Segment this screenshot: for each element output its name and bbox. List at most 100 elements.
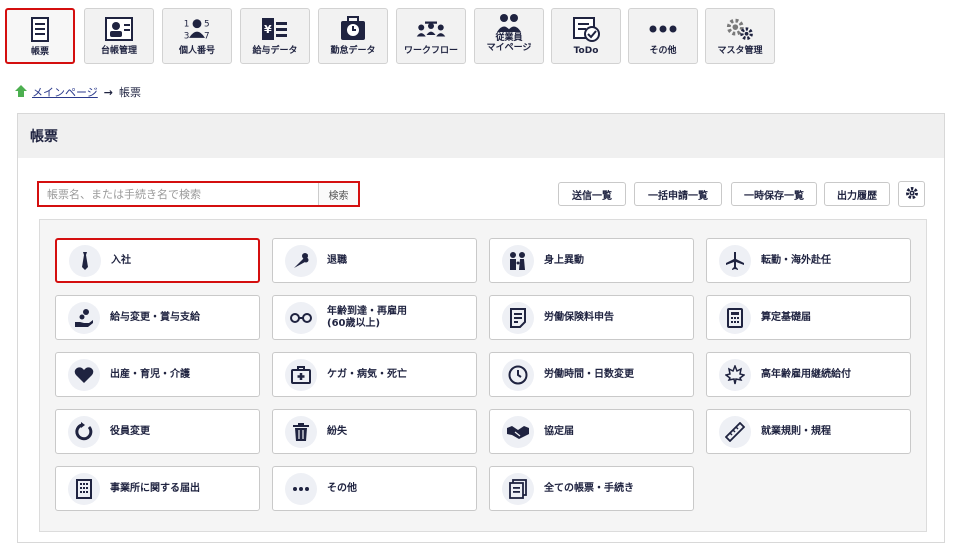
card-work-rules[interactable]: 就業規則・規程 — [706, 409, 911, 454]
toolbar-label: ワークフロー — [403, 46, 458, 56]
heart-icon — [68, 358, 100, 391]
breadcrumb: メインページ → 帳票 — [14, 84, 141, 100]
forms-grid: 入社 退職 身上異動 転勤・海外赴任 給与変更・賞与支給 年齢到達・再雇用 (6… — [39, 219, 927, 532]
personal-number-icon: 1537 — [182, 14, 212, 44]
card-all-forms[interactable]: 全ての帳票・手続き — [489, 466, 694, 511]
card-label: 転勤・海外赴任 — [761, 254, 831, 266]
sent-list-button[interactable]: 送信一覧 — [558, 182, 626, 206]
svg-text:7: 7 — [204, 32, 210, 42]
first-aid-icon — [285, 358, 317, 391]
toolbar-label: 個人番号 — [178, 46, 215, 56]
building-icon — [68, 472, 100, 505]
card-transfer[interactable]: 転勤・海外赴任 — [706, 238, 911, 283]
toolbar-label: その他 — [649, 46, 677, 56]
card-label: 労働保険料申告 — [544, 311, 614, 323]
employee-page-icon — [494, 12, 524, 34]
toolbar-salary[interactable]: ¥ 給与データ — [240, 8, 310, 64]
card-label: 紛失 — [327, 425, 347, 437]
svg-text:3: 3 — [184, 32, 190, 42]
card-officer-change[interactable]: 役員変更 — [55, 409, 260, 454]
card-label: 協定届 — [544, 425, 574, 437]
toolbar-label: 台帳管理 — [100, 46, 137, 56]
card-salary-change[interactable]: 給与変更・賞与支給 — [55, 295, 260, 340]
card-label: 出産・育児・介護 — [110, 368, 190, 380]
card-label: 年齢到達・再雇用 (60歳以上) — [327, 305, 407, 329]
handshake-icon — [502, 415, 534, 448]
card-childcare[interactable]: 出産・育児・介護 — [55, 352, 260, 397]
arrow-right-icon: → — [103, 85, 113, 99]
toolbar-label: 帳票 — [30, 47, 49, 57]
gear-icon — [905, 185, 919, 204]
card-office-notification[interactable]: 事業所に関する届出 — [55, 466, 260, 511]
card-label: その他 — [327, 482, 357, 494]
toolbar-label: ToDo — [573, 46, 599, 56]
documents-panel: 帳票 検索 送信一覧 一括申請一覧 一時保存一覧 出力履歴 入社 退職 身上異動… — [17, 113, 945, 543]
refresh-icon — [68, 415, 100, 448]
airplane-icon — [719, 244, 751, 277]
hand-coins-icon — [68, 301, 100, 334]
more-icon — [285, 472, 317, 505]
trash-icon — [285, 415, 317, 448]
calculator-icon — [719, 301, 751, 334]
maple-leaf-icon — [719, 358, 751, 391]
search-button[interactable]: 検索 — [318, 183, 358, 205]
card-label: ケガ・病気・死亡 — [327, 368, 407, 380]
toolbar-attendance[interactable]: 勤怠データ — [318, 8, 388, 64]
toolbar-personal-number[interactable]: 1537 個人番号 — [162, 8, 232, 64]
form-icon — [502, 301, 534, 334]
output-history-button[interactable]: 出力履歴 — [824, 182, 890, 206]
toolbar-label: 勤怠データ — [330, 46, 376, 56]
toolbar-label: 従業員 マイページ — [486, 33, 532, 53]
card-label: 就業規則・規程 — [761, 425, 831, 437]
card-injury[interactable]: ケガ・病気・死亡 — [272, 352, 477, 397]
card-hire[interactable]: 入社 — [55, 238, 260, 283]
card-agreement[interactable]: 協定届 — [489, 409, 694, 454]
card-label: 全ての帳票・手続き — [544, 482, 634, 494]
toolbar-workflow[interactable]: ワークフロー — [396, 8, 466, 64]
toolbar-employee-page[interactable]: 従業員 マイページ — [474, 8, 544, 64]
workflow-icon — [416, 14, 446, 44]
card-lost[interactable]: 紛失 — [272, 409, 477, 454]
page-title: 帳票 — [18, 114, 944, 158]
family-icon — [502, 244, 534, 277]
gears-icon — [725, 14, 755, 44]
search-input[interactable] — [39, 183, 318, 205]
breadcrumb-current: 帳票 — [119, 86, 141, 99]
card-label: 役員変更 — [110, 425, 150, 437]
toolbar-master[interactable]: マスタ管理 — [705, 8, 775, 64]
svg-text:¥: ¥ — [264, 23, 272, 36]
bouquet-icon — [285, 244, 317, 277]
toolbar-todo[interactable]: ToDo — [551, 8, 621, 64]
card-label: 入社 — [111, 254, 131, 266]
bulk-request-list-button[interactable]: 一括申請一覧 — [634, 182, 722, 206]
card-working-hours[interactable]: 労働時間・日数変更 — [489, 352, 694, 397]
main-toolbar: 帳票 台帳管理 1537 個人番号 ¥ 給与データ 勤怠データ ワークフロー 従 — [0, 0, 960, 70]
settings-button[interactable] — [898, 181, 925, 207]
card-labor-insurance[interactable]: 労働保険料申告 — [489, 295, 694, 340]
card-personal-change[interactable]: 身上異動 — [489, 238, 694, 283]
card-other[interactable]: その他 — [272, 466, 477, 511]
card-label: 労働時間・日数変更 — [544, 368, 634, 380]
card-label: 給与変更・賞与支給 — [110, 311, 200, 323]
card-santei[interactable]: 算定基礎届 — [706, 295, 911, 340]
glasses-icon — [285, 301, 317, 334]
toolbar-ledger[interactable]: 台帳管理 — [84, 8, 154, 64]
card-elderly-benefit[interactable]: 高年齢雇用継続給付 — [706, 352, 911, 397]
search-box: 検索 — [37, 181, 360, 207]
card-label: 事業所に関する届出 — [110, 482, 200, 494]
draft-list-button[interactable]: 一時保存一覧 — [731, 182, 817, 206]
ledger-icon — [104, 14, 134, 44]
breadcrumb-home-link[interactable]: メインページ — [32, 84, 98, 100]
clock-icon — [502, 358, 534, 391]
card-label: 高年齢雇用継続給付 — [761, 368, 851, 380]
toolbar-documents[interactable]: 帳票 — [5, 8, 75, 64]
card-label: 身上異動 — [544, 254, 584, 266]
ruler-icon — [719, 415, 751, 448]
card-retirement[interactable]: 退職 — [272, 238, 477, 283]
toolbar-more[interactable]: その他 — [628, 8, 698, 64]
svg-text:1: 1 — [184, 19, 190, 29]
card-age-reemployment[interactable]: 年齢到達・再雇用 (60歳以上) — [272, 295, 477, 340]
document-icon — [25, 15, 55, 45]
todo-icon — [571, 14, 601, 44]
home-icon[interactable] — [14, 84, 28, 101]
